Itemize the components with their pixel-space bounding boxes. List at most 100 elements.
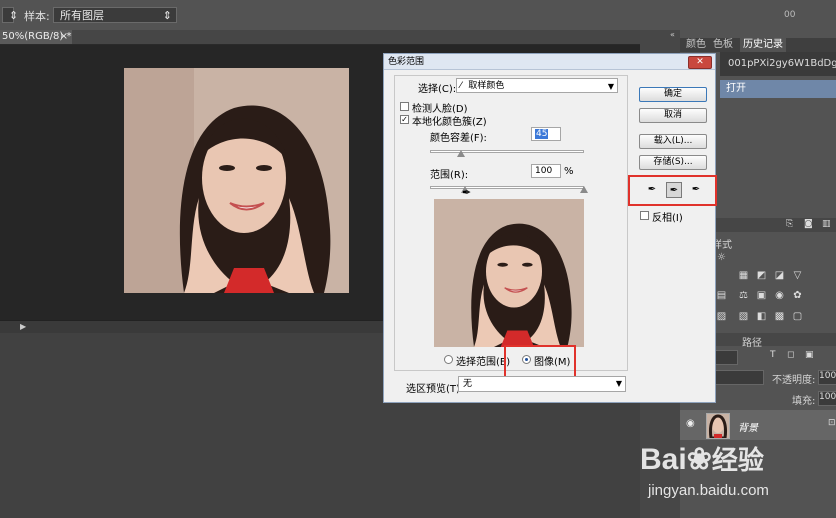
trash-icon[interactable]: ▥ <box>822 219 831 229</box>
vibrance-icon[interactable]: ▽ <box>792 270 803 281</box>
fuzziness-label: 颜色容差(F): <box>430 133 487 144</box>
invert-checkbox[interactable] <box>640 211 649 220</box>
close-button[interactable]: ✕ <box>688 56 712 69</box>
eyedropper-cursor-icon: ✒ <box>462 186 472 199</box>
gradient-map-icon[interactable]: ▩ <box>774 311 785 322</box>
fuzziness-value: 45 <box>535 129 549 139</box>
sample-label: 样本: <box>24 10 50 23</box>
chevron-down-icon: ▼ <box>615 379 622 388</box>
type-filter-icon[interactable]: T <box>770 350 776 360</box>
watermark-brand-cn: 经验 <box>711 445 764 475</box>
fill-label: 填充: <box>792 396 816 407</box>
visibility-eye-icon[interactable]: ◉ <box>686 418 695 429</box>
selection-radio-label: 选择范围(E) <box>456 357 511 368</box>
fill-input[interactable]: 100% <box>818 391 836 406</box>
preview-portrait <box>434 199 584 347</box>
brightness-icon[interactable]: ☼ <box>716 252 727 263</box>
tab-history[interactable]: 历史记录 <box>740 38 786 52</box>
tool-preset-dropdown[interactable]: ⇕ <box>2 7 18 23</box>
close-icon[interactable]: × <box>60 30 68 44</box>
sample-value: 所有图层 <box>60 9 104 22</box>
bw-icon[interactable]: ▣ <box>756 290 767 301</box>
selection-preview-value: 无 <box>463 379 473 389</box>
localized-clusters-label: 本地化颜色簇(Z) <box>412 117 487 128</box>
opacity-input[interactable]: 100% <box>818 370 836 385</box>
ok-button[interactable]: 确定 <box>639 87 707 102</box>
layer-thumbnail-portrait <box>709 414 727 440</box>
subtract-from-sample-eyedropper-icon[interactable]: ✒ <box>688 182 704 198</box>
photo-filter-icon[interactable]: ◉ <box>774 290 785 301</box>
posterize-icon[interactable]: ▧ <box>738 311 749 322</box>
threshold-icon[interactable]: ◧ <box>756 311 767 322</box>
fuzziness-slider-thumb[interactable] <box>456 150 465 157</box>
baidu-logo: Bai❀经验 <box>640 440 764 477</box>
play-icon[interactable]: ▶ <box>20 322 26 331</box>
paw-icon: ❀ <box>686 443 712 476</box>
watermark-url: jingyan.baidu.com <box>648 482 769 499</box>
tab-color[interactable]: 颜色 <box>686 38 706 52</box>
new-snapshot-icon[interactable]: ⎘ <box>786 219 793 229</box>
channel-mixer-icon[interactable]: ✿ <box>792 290 803 301</box>
range-value: 100 <box>535 166 553 176</box>
selection-radio[interactable] <box>444 355 453 364</box>
history-state-label: 打开 <box>726 83 746 94</box>
fill-value: 100% <box>819 392 836 402</box>
document-tab-bar <box>0 30 640 45</box>
layer-thumbnail <box>706 413 730 440</box>
history-snapshot[interactable]: 001pPXi2gy6W1BdDgujcf69... <box>720 52 836 76</box>
dialog-titlebar[interactable]: 色彩范围 <box>384 54 715 70</box>
load-button[interactable]: 载入(L)... <box>639 134 707 149</box>
add-to-sample-eyedropper-icon[interactable]: ✒ <box>666 182 682 198</box>
document-image[interactable] <box>124 68 349 293</box>
exposure-icon[interactable]: ◪ <box>774 270 785 281</box>
range-unit: % <box>564 166 574 177</box>
color-range-dialog: 色彩范围 ✕ 选择(C): ⁄ 取样颜色 ▼ 检测人脸(D) ✓ 本地化颜色簇(… <box>383 53 717 403</box>
history-snapshot-label: 001pPXi2gy6W1BdDgujcf69... <box>728 58 836 69</box>
invert-label: 反相(I) <box>652 213 683 224</box>
history-state-open[interactable]: 打开 <box>720 80 836 98</box>
select-value: 取样颜色 <box>468 81 505 91</box>
chevron-down-icon: ▼ <box>607 82 614 91</box>
highlight-box-image-radio <box>504 345 576 379</box>
preview-image[interactable] <box>434 199 584 347</box>
range-slider-track[interactable] <box>430 186 584 189</box>
range-label: 范围(R): <box>430 170 469 181</box>
shape-filter-icon[interactable]: ◻ <box>787 350 794 360</box>
smart-filter-icon[interactable]: ▣ <box>805 350 814 360</box>
invert-adj-icon[interactable]: ▨ <box>716 311 727 322</box>
selection-preview-label: 选区预览(T): <box>406 384 464 395</box>
tab-swatches[interactable]: 色板 <box>713 38 733 52</box>
document-tab[interactable]: 50%(RGB/8) * × <box>0 30 72 44</box>
camera-icon[interactable]: ◙ <box>804 219 813 229</box>
opacity-label: 不透明度: <box>772 375 816 386</box>
eyedropper-icon[interactable]: ✒ <box>644 182 660 198</box>
portrait-image <box>124 68 349 293</box>
detect-faces-checkbox[interactable] <box>400 102 409 111</box>
select-label: 选择(C): <box>418 84 457 95</box>
select-dropdown[interactable]: ⁄ 取样颜色 ▼ <box>456 78 618 93</box>
sample-dropdown[interactable]: 所有图层 ⇕ <box>53 7 177 23</box>
chevron-down-icon: ⇕ <box>9 9 19 22</box>
balance-icon[interactable]: ⚖ <box>738 290 749 301</box>
save-button[interactable]: 存储(S)... <box>639 155 707 170</box>
hue-icon[interactable]: ▤ <box>716 290 727 301</box>
levels-icon[interactable]: ▦ <box>738 270 749 281</box>
layer-name: 背景 <box>738 423 758 434</box>
toolbar-readout: 00 <box>784 10 796 20</box>
eyedropper-mini-icon: ⁄ <box>460 81 462 91</box>
range-input[interactable]: 100 <box>531 164 561 178</box>
cancel-button[interactable]: 取消 <box>639 108 707 123</box>
selective-color-icon[interactable]: ▢ <box>792 311 803 322</box>
fuzziness-input[interactable]: 45 <box>531 127 561 141</box>
lock-icon: ⊡ <box>828 418 836 428</box>
curves-icon[interactable]: ◩ <box>756 270 767 281</box>
localized-clusters-checkbox[interactable]: ✓ <box>400 115 409 124</box>
selection-preview-dropdown[interactable]: 无 ▼ <box>458 376 626 392</box>
range-slider-end-thumb[interactable] <box>580 186 588 193</box>
watermark-brand: Bai <box>640 443 687 476</box>
layer-row-background[interactable]: ◉ 背景 ⊡ <box>680 410 836 440</box>
collapse-panels-icon[interactable]: « <box>670 30 675 39</box>
fuzziness-slider-track[interactable] <box>430 150 584 153</box>
close-icon: ✕ <box>696 57 704 67</box>
tab-paths[interactable]: 路径 <box>742 334 762 349</box>
